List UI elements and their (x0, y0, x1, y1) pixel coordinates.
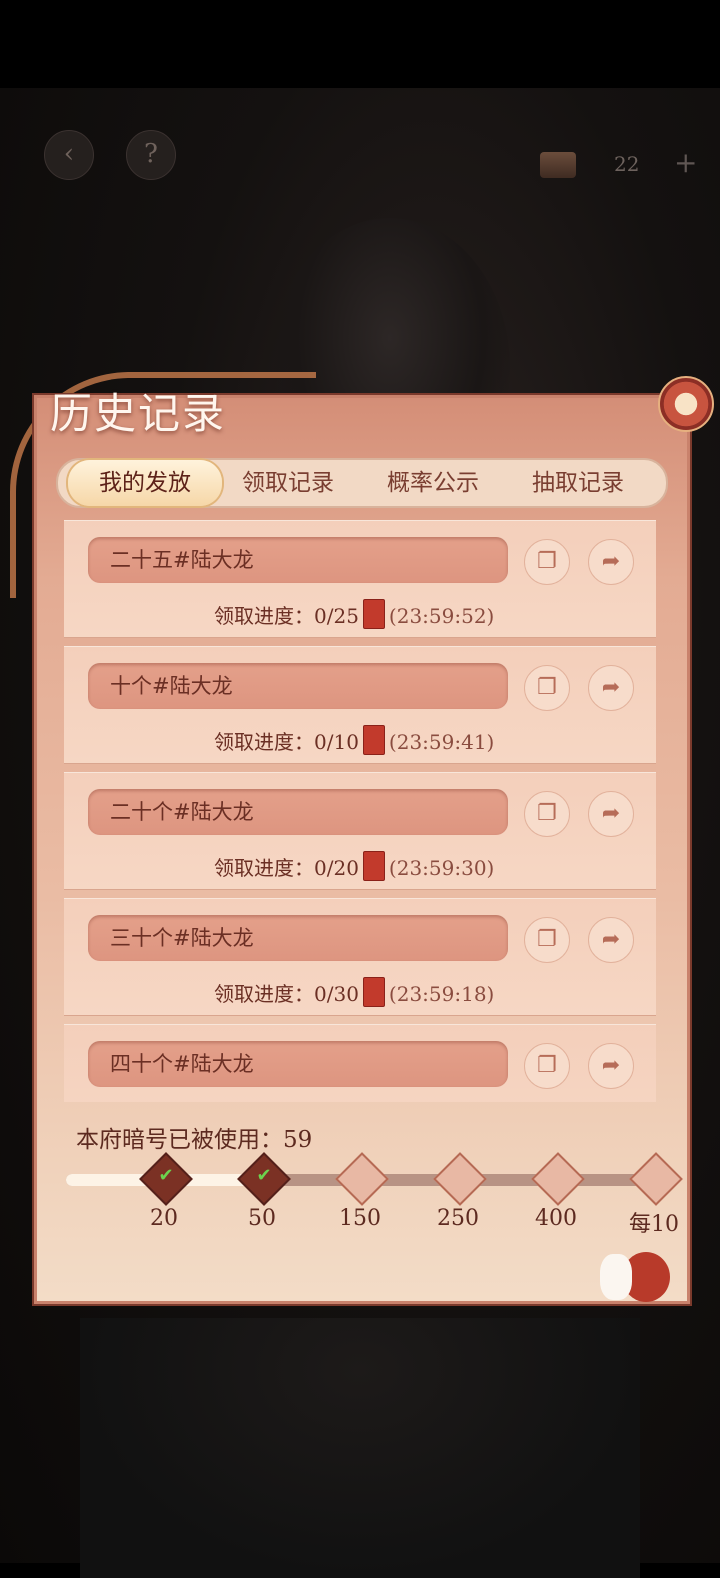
progress-value: 0/25 (314, 604, 359, 628)
progress-label: 领取进度： (214, 982, 314, 1006)
record-name-pill: 二十个#陆大龙 (88, 789, 508, 835)
help-button[interactable]: ? (126, 130, 176, 180)
milestone-label: 每10 (629, 1212, 679, 1237)
tab-draw-records[interactable]: 抽取记录 (508, 460, 648, 506)
countdown-timer: (23:59:52) (388, 604, 495, 628)
record-name: 二十个#陆大龙 (110, 800, 254, 824)
progress-value: 0/30 (314, 982, 359, 1006)
record-row: 三十个#陆大龙 ❐ ➦ 领取进度：0/30 (23:59:18) (64, 898, 656, 1016)
check-icon: ✔ (256, 1165, 272, 1187)
share-icon[interactable]: ➦ (588, 791, 634, 837)
record-row: 二十个#陆大龙 ❐ ➦ 领取进度：0/20 (23:59:30) (64, 772, 656, 890)
record-list[interactable]: 二十五#陆大龙 ❐ ➦ 领取进度：0/25 (23:59:52) 十个#陆大龙 ❐… (64, 520, 656, 1102)
record-name: 四十个#陆大龙 (110, 1052, 254, 1076)
claim-progress: 领取进度：0/25 (23:59:52) (214, 599, 494, 629)
gold-ingot-icon (540, 152, 576, 178)
back-arrow-icon: ‹ (63, 139, 75, 169)
record-row: 十个#陆大龙 ❐ ➦ 领取进度：0/10 (23:59:41) (64, 646, 656, 764)
copy-icon[interactable]: ❐ (524, 665, 570, 711)
record-name: 十个#陆大龙 (110, 674, 233, 698)
check-icon: ✔ (158, 1165, 174, 1187)
add-currency-button[interactable]: + (674, 146, 697, 179)
back-button[interactable]: ‹ (44, 130, 94, 180)
red-packet-icon (362, 977, 385, 1007)
usage-text: 本府暗号已被使用：59 (76, 1127, 313, 1153)
record-name-pill: 十个#陆大龙 (88, 663, 508, 709)
progress-label: 领取进度： (214, 856, 314, 880)
countdown-timer: (23:59:30) (388, 856, 495, 880)
countdown-timer: (23:59:41) (388, 730, 495, 754)
claim-progress: 领取进度：0/10 (23:59:41) (214, 725, 494, 755)
red-packet-icon (362, 725, 385, 755)
progress-label: 领取进度： (214, 730, 314, 754)
milestone-label: 50 (248, 1206, 276, 1231)
progress-label: 领取进度： (214, 604, 314, 628)
panel-title: 历史记录 (50, 389, 227, 438)
record-row: 四十个#陆大龙 ❐ ➦ (64, 1024, 656, 1102)
record-name: 二十五#陆大龙 (110, 548, 254, 572)
record-name: 三十个#陆大龙 (110, 926, 254, 950)
share-icon[interactable]: ➦ (588, 1043, 634, 1089)
milestone-label: 20 (150, 1206, 178, 1231)
share-icon[interactable]: ➦ (588, 539, 634, 585)
share-icon[interactable]: ➦ (588, 917, 634, 963)
copy-icon[interactable]: ❐ (524, 917, 570, 963)
tab-my-issued[interactable]: 我的发放 (68, 460, 222, 506)
close-medallion-button[interactable] (658, 376, 714, 432)
copy-icon[interactable]: ❐ (524, 1043, 570, 1089)
milestone-label: 150 (339, 1206, 381, 1231)
copy-icon[interactable]: ❐ (524, 539, 570, 585)
mascot-cat-with-bag (600, 1246, 672, 1306)
claim-progress: 领取进度：0/20 (23:59:30) (214, 851, 494, 881)
record-name-pill: 三十个#陆大龙 (88, 915, 508, 961)
currency-value: 22 (614, 152, 640, 176)
claim-progress: 领取进度：0/30 (23:59:18) (214, 977, 494, 1007)
character-robe (80, 1318, 640, 1578)
milestone-label: 250 (437, 1206, 479, 1231)
red-packet-icon (362, 599, 385, 629)
record-name-pill: 二十五#陆大龙 (88, 537, 508, 583)
red-packet-icon (362, 851, 385, 881)
record-row: 二十五#陆大龙 ❐ ➦ 领取进度：0/25 (23:59:52) (64, 520, 656, 638)
copy-icon[interactable]: ❐ (524, 791, 570, 837)
tab-claim-records[interactable]: 领取记录 (218, 460, 358, 506)
tab-probability[interactable]: 概率公示 (363, 460, 503, 506)
cat-icon (600, 1254, 632, 1300)
countdown-timer: (23:59:18) (388, 982, 495, 1006)
progress-value: 0/10 (314, 730, 359, 754)
share-icon[interactable]: ➦ (588, 665, 634, 711)
record-name-pill: 四十个#陆大龙 (88, 1041, 508, 1087)
help-icon: ? (144, 139, 158, 169)
tab-bar: 我的发放 领取记录 概率公示 抽取记录 (56, 458, 668, 508)
currency-counter: 22 + (540, 146, 700, 184)
milestone-label: 400 (535, 1206, 577, 1231)
progress-value: 0/20 (314, 856, 359, 880)
